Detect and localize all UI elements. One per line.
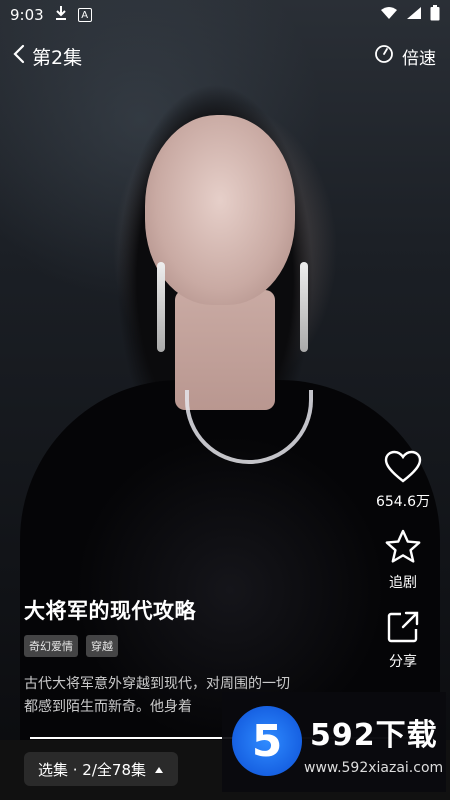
wifi-icon	[380, 6, 398, 24]
like-button[interactable]: 654.6万	[376, 450, 430, 511]
signal-icon	[406, 6, 422, 24]
back-button[interactable]: 第2集	[12, 43, 82, 70]
speed-button[interactable]: 倍速	[374, 44, 436, 69]
tag-genre[interactable]: 奇幻爱情	[24, 635, 78, 657]
tag-theme[interactable]: 穿越	[86, 635, 118, 657]
follow-label: 追剧	[389, 575, 417, 591]
download-icon	[54, 5, 68, 25]
progress-fill	[30, 737, 236, 739]
heart-icon	[384, 450, 422, 488]
status-bar: 9:03 A	[0, 0, 450, 30]
earring-right	[300, 262, 308, 352]
earring-left	[157, 262, 165, 352]
share-button[interactable]: 分享	[386, 610, 420, 671]
drama-title[interactable]: 大将军的现代攻略	[24, 595, 364, 625]
share-label: 分享	[389, 654, 417, 670]
battery-icon	[430, 5, 440, 25]
watermark-logo: 5	[232, 706, 302, 776]
like-count: 654.6万	[375, 494, 431, 510]
speed-label: 倍速	[402, 48, 436, 69]
follow-button[interactable]: 追剧	[384, 529, 422, 592]
tag-list: 奇幻爱情 穿越	[24, 635, 364, 657]
episode-select-button[interactable]: 选集 · 2/全78集	[24, 752, 178, 786]
episode-title: 第2集	[32, 46, 83, 69]
episode-select-label: 选集 · 2/全78集	[38, 760, 146, 779]
speed-icon	[374, 44, 394, 69]
share-icon	[386, 610, 420, 648]
watermark: 5 592下载 www.592xiazai.com	[222, 692, 446, 792]
status-time: 9:03	[10, 6, 44, 24]
top-bar: 第2集 倍速	[12, 38, 436, 74]
caret-up-icon	[154, 760, 164, 778]
action-rail: 654.6万 追剧 分享	[368, 450, 438, 689]
a-icon: A	[77, 8, 92, 22]
watermark-url: www.592xiazai.com	[304, 760, 444, 776]
watermark-title: 592下载	[310, 718, 438, 753]
star-icon	[384, 529, 422, 569]
chevron-left-icon	[12, 44, 26, 68]
figure-face	[145, 115, 295, 305]
